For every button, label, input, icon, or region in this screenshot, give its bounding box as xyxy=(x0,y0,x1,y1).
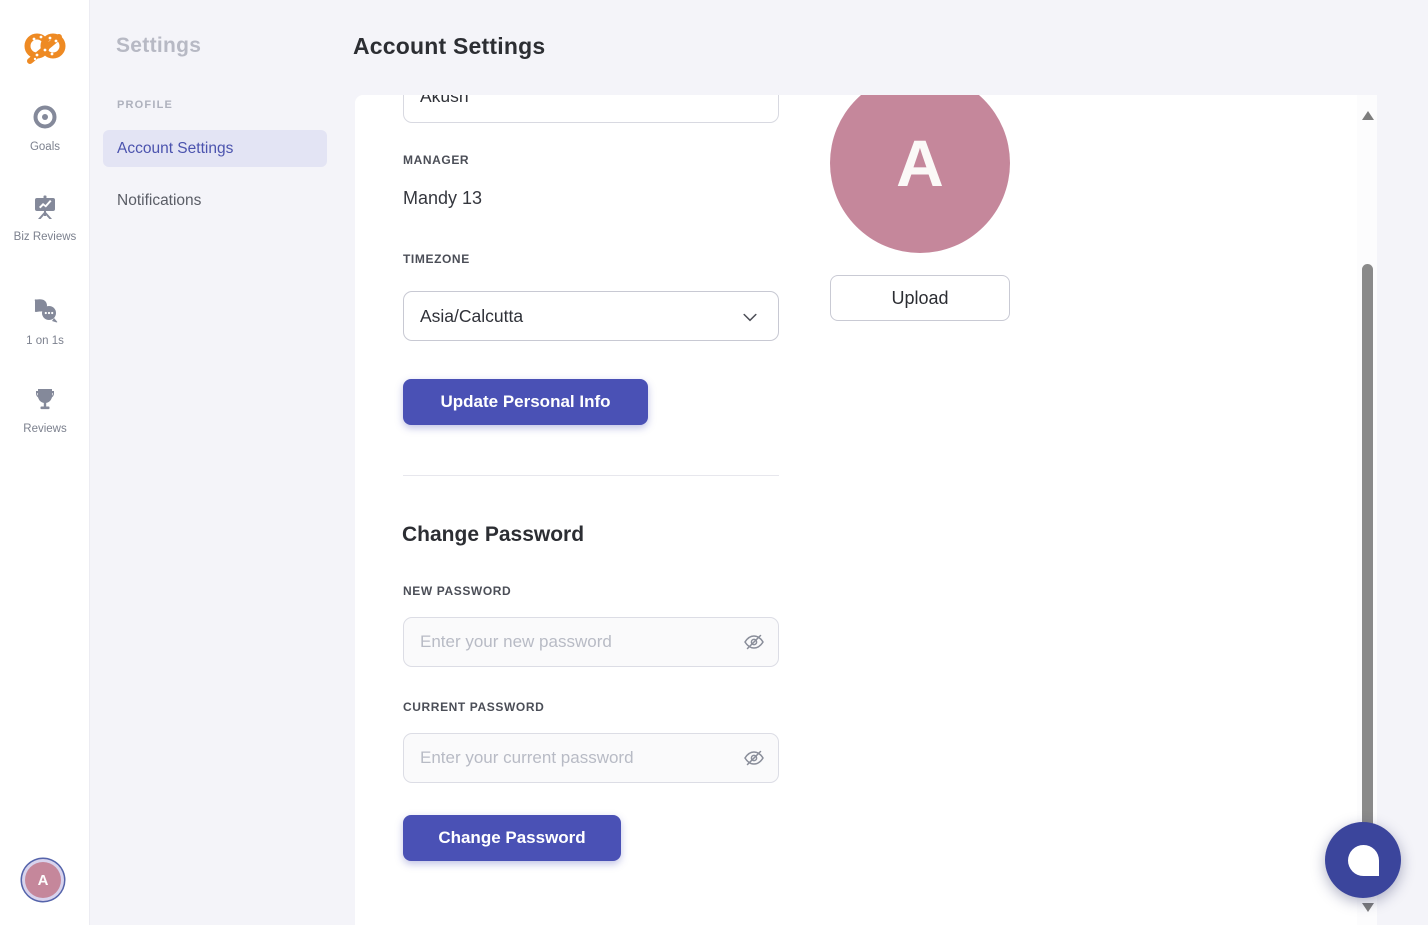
upload-avatar-button[interactable]: Upload xyxy=(830,275,1010,321)
manager-value: Mandy 13 xyxy=(403,188,482,209)
rail-item-label: Biz Reviews xyxy=(0,230,90,245)
rail-item-label: Reviews xyxy=(0,422,90,437)
sidebar-item-notifications[interactable]: Notifications xyxy=(103,182,327,219)
new-password-input[interactable] xyxy=(403,617,779,667)
update-personal-info-button[interactable]: Update Personal Info xyxy=(403,379,648,425)
sidebar-section-profile: PROFILE xyxy=(117,99,173,111)
scrollbar-up-arrow-icon[interactable] xyxy=(1362,111,1374,120)
sidebar-item-account-settings[interactable]: Account Settings xyxy=(103,130,327,167)
profile-avatar: A xyxy=(830,95,1010,253)
eye-off-icon[interactable] xyxy=(743,631,765,653)
change-password-button[interactable]: Change Password xyxy=(403,815,621,861)
profile-avatar-initial: A xyxy=(896,125,944,201)
chat-bubbles-icon xyxy=(32,298,58,324)
rail-item-label: 1 on 1s xyxy=(0,334,90,349)
sidebar-item-label: Account Settings xyxy=(117,140,233,158)
new-password-field-wrap xyxy=(403,617,779,667)
timezone-select[interactable]: Asia/Calcutta xyxy=(403,291,779,341)
current-password-field-wrap xyxy=(403,733,779,783)
rail-item-goals[interactable]: Goals xyxy=(0,104,90,155)
left-rail: Goals Biz Reviews xyxy=(0,0,90,925)
user-avatar[interactable]: A xyxy=(25,862,61,898)
account-settings-panel: MANAGER Mandy 13 TIMEZONE Asia/Calcutta … xyxy=(355,95,1377,925)
rail-item-reviews[interactable]: Reviews xyxy=(0,386,90,437)
change-password-heading: Change Password xyxy=(402,523,584,547)
app-window: Goals Biz Reviews xyxy=(0,0,1428,925)
timezone-label: TIMEZONE xyxy=(403,252,470,266)
current-password-label: CURRENT PASSWORD xyxy=(403,700,544,714)
eye-off-icon[interactable] xyxy=(743,747,765,769)
pretzel-logo-icon[interactable] xyxy=(22,26,68,72)
target-icon xyxy=(32,104,58,130)
new-password-label: NEW PASSWORD xyxy=(403,584,511,598)
section-divider xyxy=(403,475,779,476)
name-input[interactable] xyxy=(403,95,779,123)
rail-item-1-on-1s[interactable]: 1 on 1s xyxy=(0,298,90,349)
avatar-initial: A xyxy=(38,872,49,889)
scrollbar-thumb[interactable] xyxy=(1362,264,1373,894)
timezone-selected-value: Asia/Calcutta xyxy=(420,306,523,327)
sidebar-title: Settings xyxy=(116,34,201,58)
manager-label: MANAGER xyxy=(403,153,469,167)
trophy-icon xyxy=(32,386,58,412)
scrollbar-down-arrow-icon[interactable] xyxy=(1362,903,1374,912)
sidebar-item-label: Notifications xyxy=(117,192,201,210)
current-password-input[interactable] xyxy=(403,733,779,783)
presentation-icon xyxy=(32,194,58,220)
chat-launcher-button[interactable] xyxy=(1325,822,1401,898)
chevron-down-icon xyxy=(740,307,760,332)
settings-sidebar: Settings PROFILE Account Settings Notifi… xyxy=(91,0,355,925)
chat-bubble-icon xyxy=(1348,845,1379,876)
page-title: Account Settings xyxy=(353,33,545,60)
rail-item-label: Goals xyxy=(0,140,90,155)
rail-item-biz-reviews[interactable]: Biz Reviews xyxy=(0,194,90,245)
